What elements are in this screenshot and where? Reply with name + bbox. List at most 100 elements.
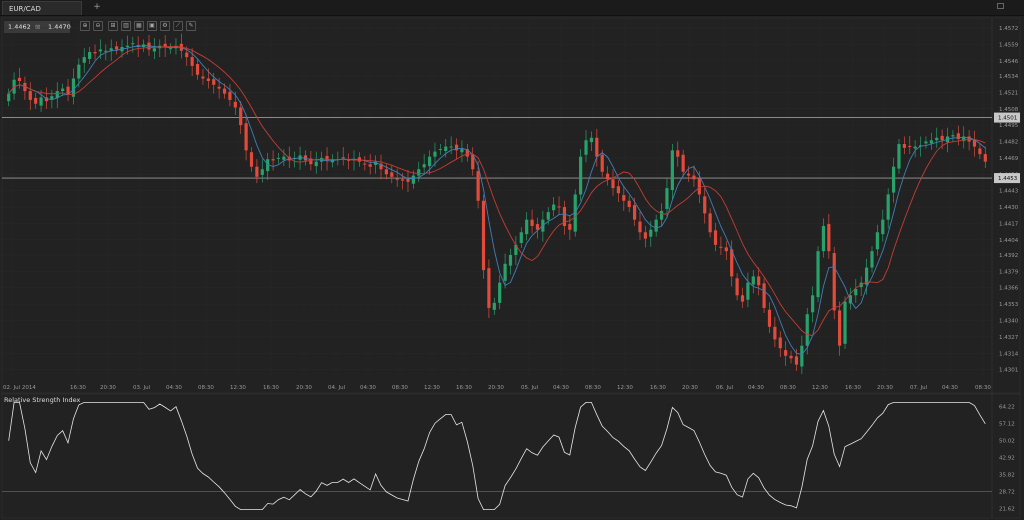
candle-down — [703, 196, 707, 214]
candle-down — [757, 276, 761, 286]
candle-up — [816, 251, 820, 298]
candle-down — [902, 144, 906, 148]
candle-up — [659, 210, 664, 220]
candle-down — [708, 213, 712, 233]
candle-down — [406, 178, 410, 182]
candle-down — [600, 154, 604, 172]
candle-up — [77, 64, 81, 79]
price-tick-label: 1.4430 — [999, 205, 1019, 211]
candle-up — [50, 96, 54, 100]
moving-average-slow-line — [8, 46, 986, 337]
candle-down — [778, 337, 782, 349]
candle-up — [508, 254, 513, 266]
price-tick-label: 1.4534 — [999, 74, 1019, 80]
candle-down — [773, 326, 777, 340]
candle-down — [341, 157, 345, 159]
chart-canvas[interactable]: 1.4572 1.4559 1.4546 1.4534 1.4521 1.4508 1.44… — [0, 0, 1024, 520]
time-tick-label: 08:30 — [198, 385, 214, 391]
candle-up — [125, 45, 130, 47]
price-tick-label: 1.4508 — [999, 107, 1019, 113]
candle-up — [417, 169, 421, 176]
price-tick-label: 1.4469 — [999, 156, 1019, 162]
candle-down — [476, 171, 480, 201]
candle-down — [983, 154, 987, 162]
candle-down — [395, 178, 399, 180]
candle-down — [606, 173, 610, 180]
time-tick-label: 12:30 — [424, 385, 440, 391]
candle-down — [940, 135, 944, 141]
candle-down — [255, 166, 259, 177]
price-tick-label: 1.4482 — [999, 140, 1018, 146]
candle-down — [622, 195, 626, 201]
candle-up — [438, 149, 442, 151]
time-tick-label: 16:30 — [845, 385, 861, 391]
moving-average-fast-line — [8, 45, 986, 356]
candle-down — [17, 77, 22, 82]
candle-down — [686, 173, 691, 176]
time-tick-label: 20:30 — [296, 385, 312, 391]
rsi-tick-label: 28.72 — [999, 490, 1015, 496]
time-tick-label: 07. Jul — [910, 385, 928, 391]
time-tick-label: 02. Jul 2014 — [3, 385, 36, 391]
time-tick-label: 20:30 — [682, 385, 698, 391]
candle-down — [487, 268, 491, 308]
candle-down — [713, 230, 718, 245]
candle-up — [168, 48, 173, 50]
rsi-panel-title: Relative Strength Index — [4, 396, 81, 404]
candle-up — [881, 219, 885, 235]
candle-up — [811, 295, 815, 313]
candle-down — [244, 123, 248, 151]
candle-down — [643, 232, 647, 239]
candle-down — [217, 86, 221, 89]
candle-down — [784, 350, 788, 356]
rsi-panel-frame — [1, 392, 1021, 519]
candle-down — [611, 179, 615, 189]
candle-up — [935, 137, 939, 141]
candle-up — [654, 219, 658, 232]
time-tick-label: 16:30 — [456, 385, 472, 391]
candle-up — [525, 219, 529, 235]
time-tick-label: 08:30 — [780, 385, 796, 391]
candle-up — [913, 146, 917, 149]
price-tick-label: 1.4314 — [999, 351, 1019, 357]
candle-down — [228, 91, 232, 100]
candle-up — [7, 93, 11, 102]
time-tick-label: 04:30 — [166, 385, 182, 391]
candle-up — [314, 161, 318, 167]
price-tick-label: 1.4443 — [999, 189, 1019, 195]
candle-down — [190, 57, 194, 66]
candle-up — [854, 288, 858, 296]
rsi-tick-label: 50.02 — [999, 439, 1015, 445]
candle-up — [665, 188, 669, 209]
candle-down — [233, 101, 237, 108]
time-tick-label: 12:30 — [230, 385, 246, 391]
candle-down — [363, 163, 367, 165]
time-tick-label: 20:30 — [877, 385, 893, 391]
candle-down — [195, 64, 200, 75]
candle-up — [751, 276, 755, 285]
candle-down — [740, 295, 745, 302]
candle-down — [212, 79, 216, 85]
candle-down — [762, 283, 766, 308]
time-tick-label: 08:30 — [392, 385, 408, 391]
price-tick-label: 1.4559 — [999, 42, 1019, 48]
candle-up — [800, 345, 804, 367]
time-tick-label: 05. Jul — [521, 385, 539, 391]
candle-down — [638, 221, 642, 233]
main-panel-frame — [1, 17, 1021, 395]
candle-down — [789, 355, 793, 359]
candle-down — [832, 253, 836, 311]
price-line-label: 1.4501 — [998, 116, 1017, 122]
candle-down — [557, 206, 561, 208]
time-tick-label: 16:30 — [650, 385, 666, 391]
candle-down — [185, 52, 189, 58]
price-tick-label: 1.4379 — [999, 269, 1019, 275]
candle-up — [39, 97, 43, 106]
candle-down — [568, 224, 572, 230]
candle-up — [276, 157, 281, 159]
price-tick-label: 1.4572 — [999, 26, 1018, 32]
candle-down — [481, 200, 486, 271]
candle-down — [115, 46, 119, 50]
candle-up — [951, 135, 955, 137]
price-tick-label: 1.4340 — [999, 319, 1019, 325]
